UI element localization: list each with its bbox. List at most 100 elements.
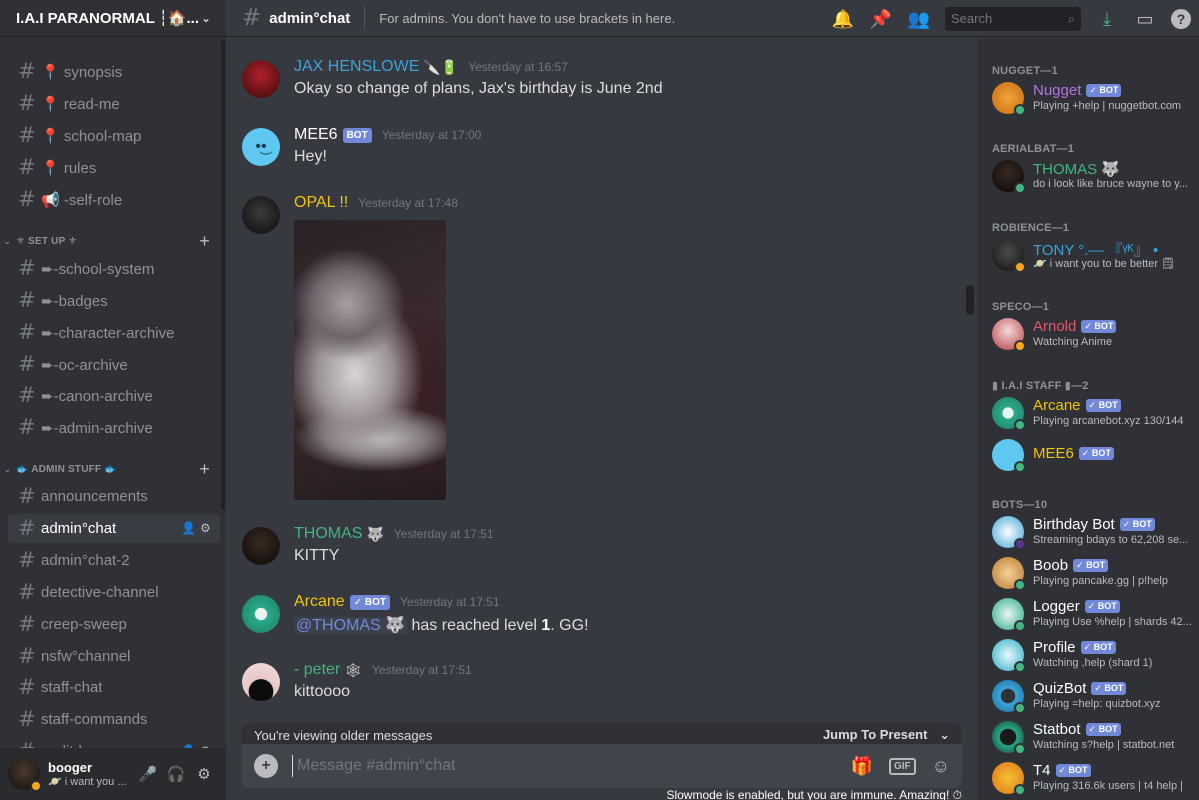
member-name: MEE6 xyxy=(1033,445,1074,462)
member-name-row: Statbot ✓ BOT xyxy=(1033,721,1121,738)
channel-admin-archive[interactable]: # ➨-admin-archive xyxy=(8,413,220,442)
bot-badge: ✓ BOT xyxy=(1073,559,1109,572)
author-emoji: 🐺 xyxy=(366,525,384,542)
category-set-up[interactable]: ⌄ ⚜ SET UP ⚜ + xyxy=(4,231,220,252)
message-text: Okay so change of plans, Jax's birthday … xyxy=(294,80,663,97)
channel-nsfw[interactable]: # nsfw°channel xyxy=(8,642,220,671)
pin-icon[interactable]: 📌 xyxy=(869,7,893,31)
bot-badge: ✓ BOT xyxy=(1091,682,1127,695)
member-item[interactable]: Arcane ✓ BOT Playing arcanebot.xyz 130/14… xyxy=(992,393,1192,433)
avatar[interactable]: •͜• xyxy=(242,128,280,166)
member-item[interactable]: Nugget ✓ BOT Playing +help | nuggetbot.co… xyxy=(992,78,1192,118)
search-input[interactable] xyxy=(951,11,1068,26)
channel-self-role[interactable]: # 📢 -self-role xyxy=(8,185,220,214)
avatar[interactable] xyxy=(242,196,280,234)
channel-rules[interactable]: # 📍 rules xyxy=(8,153,220,182)
channel-school-map[interactable]: # 📍 school-map xyxy=(8,121,220,150)
download-icon[interactable]: ⤓ xyxy=(1095,7,1119,31)
messages-scrollbar[interactable] xyxy=(966,285,974,315)
member-item[interactable]: Boob ✓ BOT Playing pancake.gg | p!help xyxy=(992,553,1192,593)
add-channel-icon[interactable]: + xyxy=(199,459,210,480)
deafen-icon[interactable]: 🎧 xyxy=(162,765,190,783)
channel-synopsis[interactable]: # 📍 synopsis xyxy=(8,57,220,86)
add-channel-icon[interactable]: + xyxy=(199,231,210,252)
member-item[interactable]: Arnold ✓ BOT Watching Anime xyxy=(992,314,1192,354)
gif-button[interactable]: GIF xyxy=(888,757,916,775)
avatar[interactable] xyxy=(242,60,280,98)
member-item[interactable]: T4 ✓ BOT Playing 316.6k users | t4 help | xyxy=(992,758,1192,798)
member-item[interactable]: MEE6 ✓ BOT xyxy=(992,435,1192,475)
member-item[interactable]: TONY °.— 『ᵞᴷ』 • 🪐 i want you to be bette… xyxy=(992,235,1192,275)
avatar[interactable] xyxy=(8,758,42,792)
member-name: Birthday Bot xyxy=(1033,516,1115,533)
online-status-icon xyxy=(1014,579,1026,591)
inbox-icon[interactable]: ▭ xyxy=(1133,7,1157,31)
user-mention[interactable]: @THOMAS 🐺 xyxy=(294,617,408,634)
bell-icon[interactable]: 🔔 xyxy=(831,7,855,31)
avatar xyxy=(992,318,1026,352)
channel-admin-chat-2[interactable]: # admin°chat-2 xyxy=(8,546,220,575)
member-item[interactable]: Birthday Bot ✓ BOT Streaming bdays to 62,… xyxy=(992,512,1192,552)
upload-plus-icon[interactable]: + xyxy=(254,754,278,778)
author-name[interactable]: THOMAS xyxy=(294,525,362,543)
online-status-icon xyxy=(1014,784,1026,796)
hash-icon: # xyxy=(18,484,36,508)
gear-icon[interactable]: ⚙ xyxy=(190,765,218,783)
channel-topic[interactable]: For admins. You don't have to use bracke… xyxy=(379,11,675,26)
member-item[interactable]: Statbot ✓ BOT Watching s?help | statbot.n… xyxy=(992,717,1192,757)
message-input[interactable] xyxy=(292,755,835,777)
channel-staff-chat[interactable]: # staff-chat xyxy=(8,673,220,702)
members-icon[interactable]: 👥 xyxy=(907,7,931,31)
member-name-row: Logger ✓ BOT xyxy=(1033,598,1120,615)
avatar[interactable] xyxy=(242,595,280,633)
author-name[interactable]: - peter xyxy=(294,661,340,679)
member-name: THOMAS 🐺 xyxy=(1033,161,1121,178)
channel-canon-archive[interactable]: # ➨-canon-archive xyxy=(8,381,220,410)
invite-icon[interactable]: 👤 xyxy=(181,522,196,534)
avatar[interactable] xyxy=(242,527,280,565)
hash-icon: # xyxy=(18,123,36,147)
server-header[interactable]: I.A.I PARANORMAL ┆🏠... ⌄ xyxy=(0,0,226,37)
member-item[interactable]: THOMAS 🐺 do i look like bruce wayne to y… xyxy=(992,156,1192,196)
channel-header: # admin°chat For admins. You don't have … xyxy=(226,0,1199,37)
member-activity: Playing Use %help | shards 42... xyxy=(1033,616,1192,628)
bot-badge: ✓ BOT xyxy=(1084,600,1120,613)
author-name[interactable]: JAX HENSLOWE xyxy=(294,58,419,76)
channel-admin-chat[interactable]: # admin°chat 👤 ⚙ xyxy=(8,514,220,543)
channel-school-system[interactable]: # ➨-school-system xyxy=(8,254,220,283)
member-item[interactable]: Profile ✓ BOT Watching ,help (shard 1) xyxy=(992,635,1192,675)
gift-icon[interactable]: 🎁 xyxy=(851,756,873,777)
channel-creep-sweep[interactable]: # creep-sweep xyxy=(8,610,220,639)
channel-staff-commands[interactable]: # staff-commands xyxy=(8,705,220,734)
author-name[interactable]: MEE6 xyxy=(294,126,338,144)
author-name[interactable]: Arcane xyxy=(294,593,345,611)
mute-icon[interactable]: 🎤 xyxy=(134,765,162,783)
avatar xyxy=(992,160,1026,194)
member-list: NUGGET—1 Nugget ✓ BOT Playing +help | nug… xyxy=(978,38,1199,800)
channel-label: ➨-oc-archive xyxy=(41,356,128,374)
user-info[interactable]: booger 🪐 i want you ... xyxy=(48,760,134,788)
member-item[interactable]: Logger ✓ BOT Playing Use %help | shards 4… xyxy=(992,594,1192,634)
member-name: Statbot xyxy=(1033,721,1081,738)
category-admin-stuff[interactable]: ⌄ 🐟 ADMIN STUFF 🐟 + xyxy=(4,459,220,480)
jump-to-present-button[interactable]: Jump To Present ⌄ xyxy=(823,727,950,743)
channel-announcements[interactable]: # announcements xyxy=(8,482,220,511)
hash-icon: # xyxy=(18,516,36,540)
channel-oc-archive[interactable]: # ➨-oc-archive xyxy=(8,350,220,379)
online-status-icon xyxy=(1014,104,1026,116)
channel-read-me[interactable]: # 📍 read-me xyxy=(8,89,220,118)
emoji-icon[interactable]: ☺ xyxy=(932,756,950,777)
idle-status-icon xyxy=(1014,340,1026,352)
channel-detective[interactable]: # detective-channel xyxy=(8,578,220,607)
avatar xyxy=(992,557,1026,591)
gear-icon[interactable]: ⚙ xyxy=(200,522,212,534)
author-name[interactable]: OPAL !! xyxy=(294,194,348,212)
channel-badges[interactable]: # ➨-badges xyxy=(8,286,220,315)
cat-photo-attachment[interactable] xyxy=(294,220,446,500)
avatar[interactable] xyxy=(242,663,280,701)
member-item[interactable]: QuizBot ✓ BOT Playing =help: quizbot.xyz xyxy=(992,676,1192,716)
channel-character-archive[interactable]: # ➨-character-archive xyxy=(8,318,220,347)
server-name: I.A.I PARANORMAL ┆🏠... xyxy=(16,10,198,27)
streaming-status-icon xyxy=(1014,538,1026,550)
help-icon[interactable]: ? xyxy=(1171,8,1191,29)
